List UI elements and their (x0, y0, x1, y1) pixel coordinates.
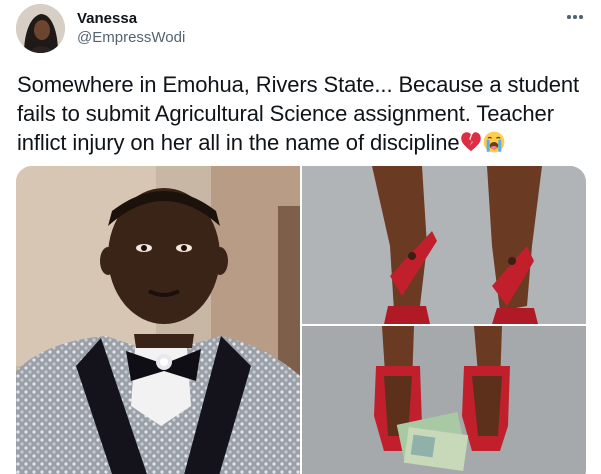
tweet[interactable]: Vanessa @EmpressWodi Somewhere in Emohua… (0, 0, 601, 474)
media-grid[interactable] (16, 166, 586, 474)
avatar[interactable] (16, 4, 65, 53)
loudly-crying-face-icon (483, 131, 505, 153)
tweet-text-block: Somewhere in Emohua, Rivers State... Bec… (17, 70, 592, 157)
more-horizontal-icon[interactable] (562, 4, 588, 30)
photo-man-in-suit[interactable] (16, 166, 300, 474)
broken-heart-icon (460, 131, 482, 153)
author-display-name[interactable]: Vanessa (77, 9, 185, 28)
photo-legs-red-slippers[interactable] (302, 166, 586, 324)
photo-feet-with-money[interactable] (302, 326, 586, 474)
author-handle[interactable]: @EmpressWodi (77, 28, 185, 47)
